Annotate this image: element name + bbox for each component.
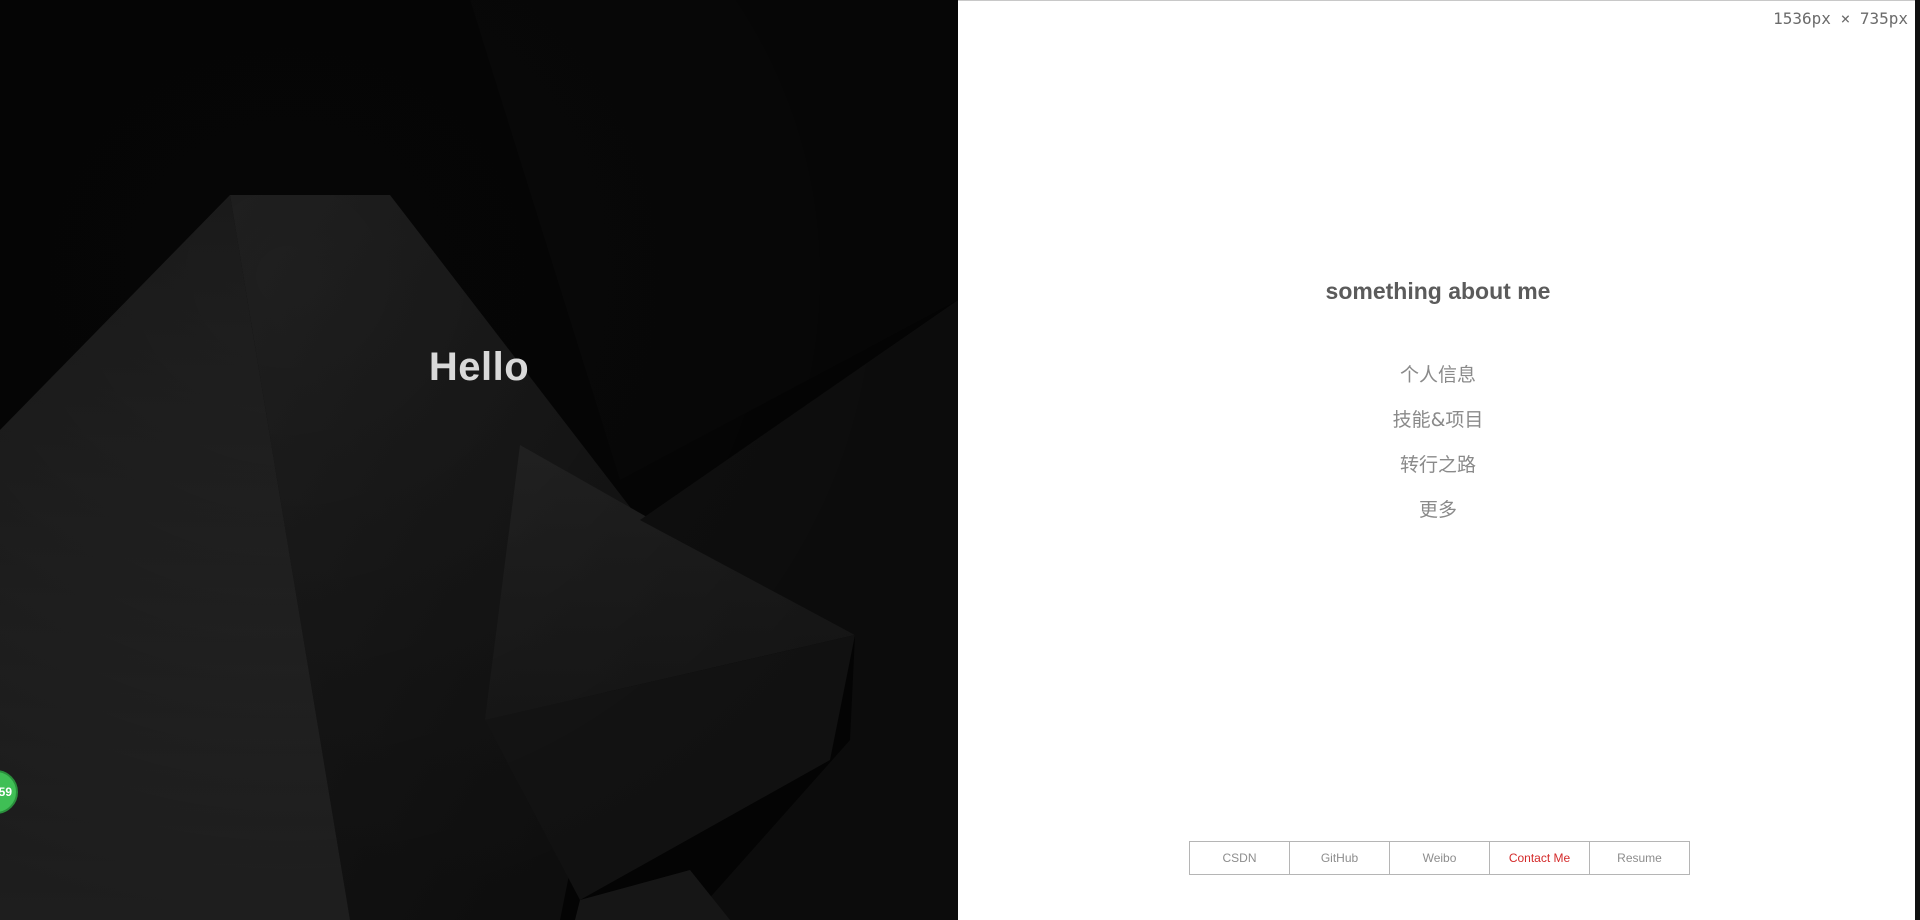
menu-item-more[interactable]: 更多 xyxy=(958,492,1918,537)
hero-panel: Hello 59 xyxy=(0,0,958,920)
link-resume[interactable]: Resume xyxy=(1590,842,1689,874)
link-weibo[interactable]: Weibo xyxy=(1390,842,1490,874)
about-panel: something about me 个人信息 技能&项目 转行之路 更多 CS… xyxy=(958,0,1918,920)
about-menu: 个人信息 技能&项目 转行之路 更多 xyxy=(958,357,1918,537)
menu-item-career-path[interactable]: 转行之路 xyxy=(958,447,1918,492)
polygon-background xyxy=(0,0,958,920)
menu-item-skills-projects[interactable]: 技能&项目 xyxy=(958,402,1918,447)
footer-links: CSDN GitHub Weibo Contact Me Resume xyxy=(1189,841,1690,875)
hero-greeting: Hello xyxy=(428,345,530,389)
window-edge xyxy=(1915,0,1920,920)
about-title: something about me xyxy=(1325,278,1551,304)
link-contact-me[interactable]: Contact Me xyxy=(1490,842,1590,874)
viewport-size-readout: 1536px × 735px xyxy=(1769,8,1912,29)
page: Hello 59 something about me 个人信息 技能&项目 转… xyxy=(0,0,1920,920)
link-csdn[interactable]: CSDN xyxy=(1190,842,1290,874)
menu-item-personal-info[interactable]: 个人信息 xyxy=(958,357,1918,402)
link-github[interactable]: GitHub xyxy=(1290,842,1390,874)
